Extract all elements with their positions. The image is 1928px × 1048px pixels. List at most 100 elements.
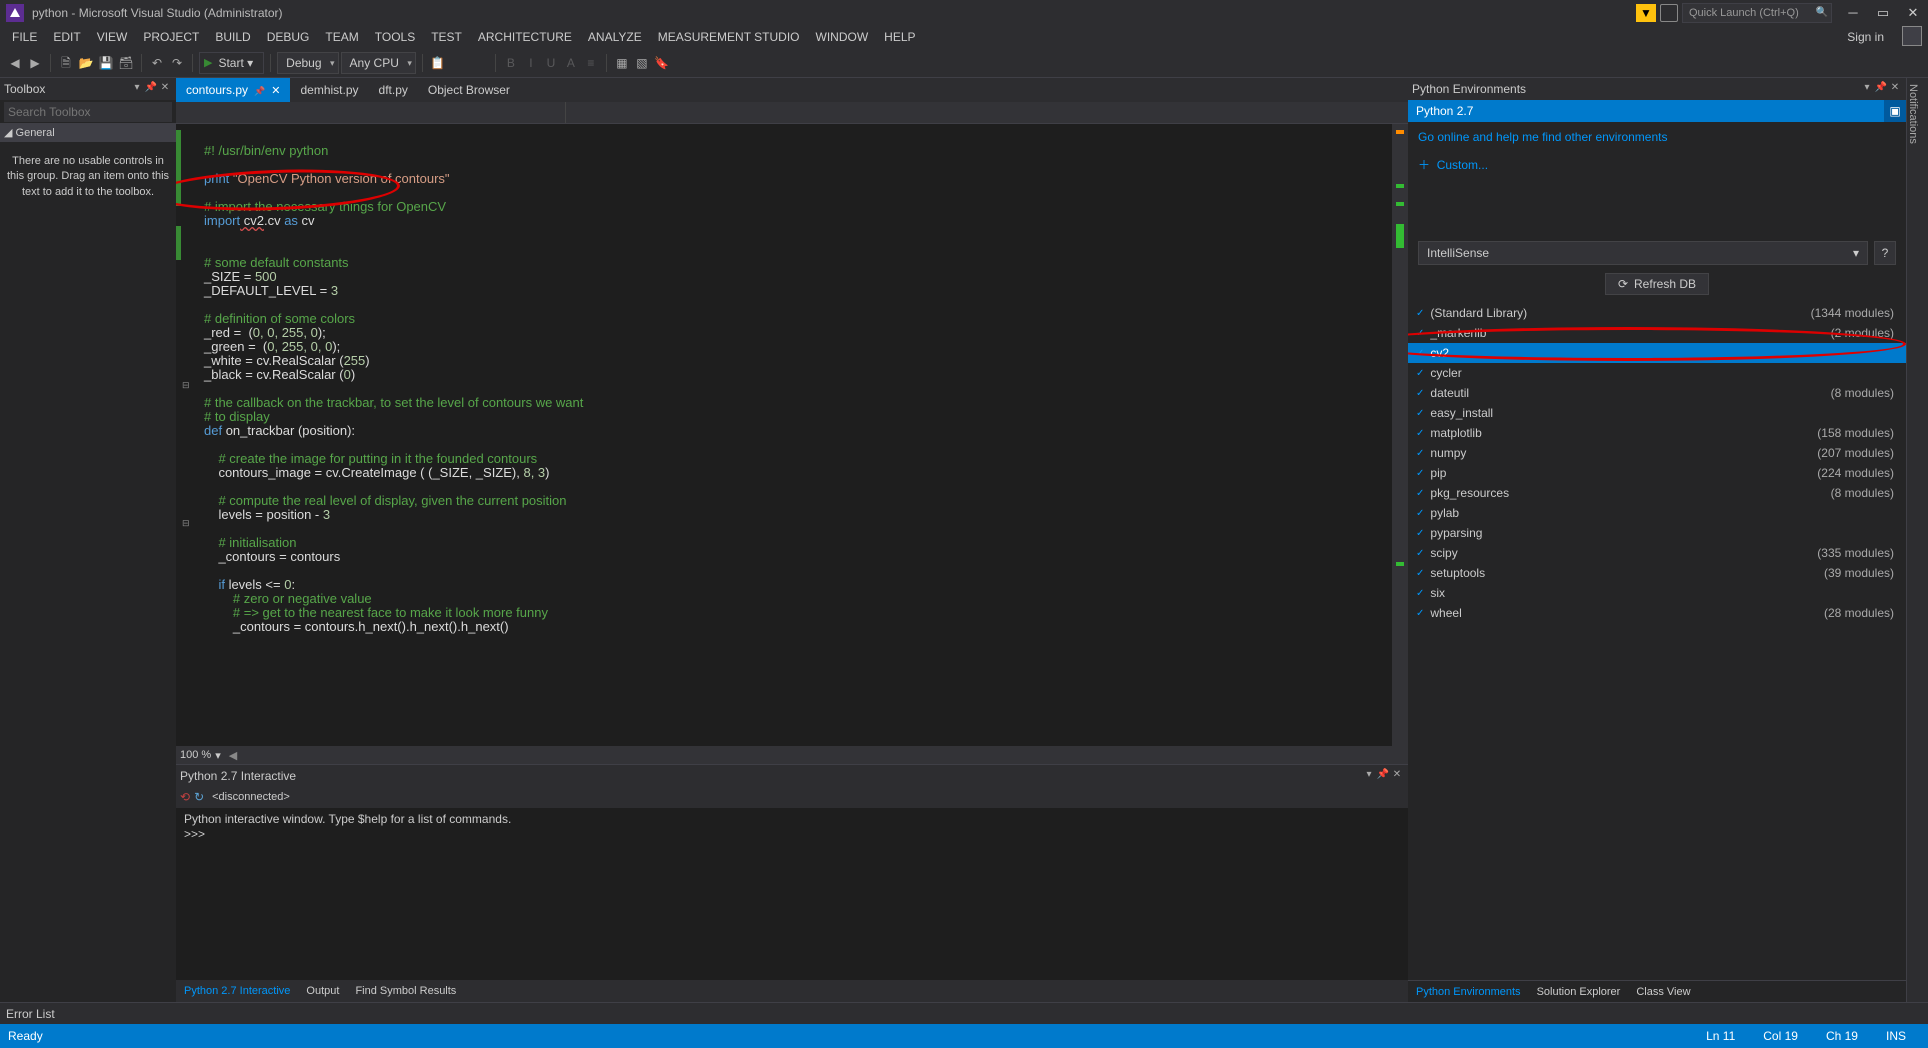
zoom-dropdown-icon[interactable]: ▾	[215, 749, 221, 762]
toolbox-title-bar: Toolbox ▾ 📌 ✕	[0, 78, 176, 100]
menu-edit[interactable]: EDIT	[45, 26, 88, 48]
nav-back-icon[interactable]: ◀	[6, 54, 24, 72]
bottab-interactive[interactable]: Python 2.7 Interactive	[176, 980, 298, 1002]
hscroll-left-icon[interactable]: ◀	[229, 749, 237, 762]
pyenv-dropdown-icon[interactable]: ▾	[1860, 82, 1874, 96]
editor-scrollbar[interactable]	[1392, 124, 1408, 746]
module-row-markerlib[interactable]: ✓_markerlib(2 modules)	[1408, 323, 1906, 343]
toolbox-pin-icon[interactable]: 📌	[144, 82, 158, 96]
pyenv-custom-link[interactable]: ＋ Custom...	[1408, 152, 1906, 177]
minimize-button[interactable]: ─	[1838, 2, 1868, 24]
notifications-filter-icon[interactable]: ▼	[1636, 4, 1656, 22]
module-row-pip[interactable]: ✓pip(224 modules)	[1408, 463, 1906, 483]
module-row-setuptools[interactable]: ✓setuptools(39 modules)	[1408, 563, 1906, 583]
tab-contours[interactable]: contours.py📌✕	[176, 78, 290, 102]
module-row-dateutil[interactable]: ✓dateutil(8 modules)	[1408, 383, 1906, 403]
redo-icon[interactable]: ↷	[168, 54, 186, 72]
toolbox-empty-text: There are no usable controls in this gro…	[0, 142, 176, 212]
menu-test[interactable]: TEST	[423, 26, 470, 48]
interactive-clear-icon[interactable]: ↻	[194, 790, 204, 804]
pin-icon[interactable]: 📌	[254, 86, 265, 96]
save-icon[interactable]: 💾	[97, 54, 115, 72]
bottab-output[interactable]: Output	[298, 980, 347, 1002]
interactive-dropdown-icon[interactable]: ▾	[1362, 769, 1376, 783]
pyenv-close-icon[interactable]: ✕	[1888, 82, 1902, 96]
refresh-db-button[interactable]: ⟳Refresh DB	[1605, 273, 1709, 295]
interactive-close-icon[interactable]: ✕	[1390, 769, 1404, 783]
toolbox-search-input[interactable]	[4, 102, 172, 122]
bookmark-icon[interactable]: 🔖	[653, 54, 671, 72]
config-dropdown[interactable]: Debug	[277, 52, 338, 74]
start-button[interactable]: ▶Start ▾	[199, 52, 264, 74]
module-row-numpy[interactable]: ✓numpy(207 modules)	[1408, 443, 1906, 463]
undo-icon[interactable]: ↶	[148, 54, 166, 72]
menu-window[interactable]: WINDOW	[808, 26, 877, 48]
maximize-button[interactable]: ▭	[1868, 2, 1898, 24]
tab-close-icon[interactable]: ✕	[271, 85, 280, 97]
feedback-icon[interactable]	[1660, 4, 1678, 22]
platform-dropdown[interactable]: Any CPU	[341, 52, 416, 74]
module-name: pyparsing	[1430, 526, 1894, 540]
new-project-icon[interactable]: 🗎	[57, 54, 75, 72]
module-row-six[interactable]: ✓six	[1408, 583, 1906, 603]
pyenv-header[interactable]: Python 2.7 ▣	[1408, 100, 1906, 122]
code-editor[interactable]: #! /usr/bin/env python print "OpenCV Pyt…	[176, 124, 1408, 746]
intellisense-dropdown[interactable]: IntelliSense▾	[1418, 241, 1868, 265]
menu-architecture[interactable]: ARCHITECTURE	[470, 26, 580, 48]
interactive-output[interactable]: Python interactive window. Type $help fo…	[176, 808, 1408, 980]
module-row-pylab[interactable]: ✓pylab	[1408, 503, 1906, 523]
zoom-value[interactable]: 100 %	[180, 749, 211, 761]
editor-scope-dropdown[interactable]	[176, 102, 566, 123]
bottab-solution-explorer[interactable]: Solution Explorer	[1529, 981, 1629, 1002]
bottab-find-symbol[interactable]: Find Symbol Results	[347, 980, 464, 1002]
uncomment-icon[interactable]: ▧	[633, 54, 651, 72]
menu-analyze[interactable]: ANALYZE	[580, 26, 650, 48]
intellisense-help-button[interactable]: ?	[1874, 241, 1896, 265]
module-row-cycler[interactable]: ✓cycler	[1408, 363, 1906, 383]
save-all-icon[interactable]: 🗃	[117, 54, 135, 72]
editor-member-dropdown[interactable]	[566, 102, 1408, 123]
toolbox-general-section[interactable]: ◢ General	[0, 124, 176, 142]
user-icon[interactable]	[1902, 26, 1922, 46]
menu-project[interactable]: PROJECT	[135, 26, 207, 48]
open-file-icon[interactable]: 📂	[77, 54, 95, 72]
error-list-tab[interactable]: Error List	[0, 1002, 1928, 1024]
notifications-rail[interactable]: Notifications	[1906, 78, 1928, 1002]
module-row-matplotlib[interactable]: ✓matplotlib(158 modules)	[1408, 423, 1906, 443]
interactive-pin-icon[interactable]: 📌	[1376, 769, 1390, 783]
tab-dft[interactable]: dft.py	[369, 78, 418, 102]
bottab-class-view[interactable]: Class View	[1628, 981, 1698, 1002]
toolbox-dropdown-icon[interactable]: ▾	[130, 82, 144, 96]
menu-measurement-studio[interactable]: MEASUREMENT STUDIO	[650, 26, 808, 48]
pyenv-window-icon[interactable]: ▣	[1884, 100, 1906, 122]
menu-debug[interactable]: DEBUG	[259, 26, 318, 48]
module-row-standardlibrary[interactable]: ✓(Standard Library)(1344 modules)	[1408, 303, 1906, 323]
menu-tools[interactable]: TOOLS	[367, 26, 423, 48]
module-row-scipy[interactable]: ✓scipy(335 modules)	[1408, 543, 1906, 563]
sign-in-link[interactable]: Sign in	[1839, 26, 1898, 48]
pyenv-find-link[interactable]: Go online and help me find other environ…	[1418, 130, 1668, 144]
bottab-pyenv[interactable]: Python Environments	[1408, 981, 1529, 1002]
comment-icon[interactable]: ▦	[613, 54, 631, 72]
module-row-cv2[interactable]: ✓cv2	[1408, 343, 1906, 363]
quick-launch-input[interactable]: Quick Launch (Ctrl+Q)	[1682, 3, 1832, 23]
menu-team[interactable]: TEAM	[317, 26, 366, 48]
tab-demhist[interactable]: demhist.py	[290, 78, 368, 102]
module-row-pyparsing[interactable]: ✓pyparsing	[1408, 523, 1906, 543]
menu-help[interactable]: HELP	[876, 26, 923, 48]
menu-build[interactable]: BUILD	[207, 26, 258, 48]
pyenv-pin-icon[interactable]: 📌	[1874, 82, 1888, 96]
menu-view[interactable]: VIEW	[89, 26, 136, 48]
interactive-reset-icon[interactable]: ⟲	[180, 790, 190, 804]
module-row-wheel[interactable]: ✓wheel(28 modules)	[1408, 603, 1906, 623]
misc-toolbar-icon[interactable]: 📋	[429, 54, 447, 72]
menu-file[interactable]: FILE	[4, 26, 45, 48]
toolbox-close-icon[interactable]: ✕	[158, 82, 172, 96]
nav-forward-icon[interactable]: ▶	[26, 54, 44, 72]
tab-object-browser[interactable]: Object Browser	[418, 78, 520, 102]
module-row-pkgresources[interactable]: ✓pkg_resources(8 modules)	[1408, 483, 1906, 503]
close-button[interactable]: ✕	[1898, 2, 1928, 24]
module-name: wheel	[1430, 606, 1824, 620]
module-row-easyinstall[interactable]: ✓easy_install	[1408, 403, 1906, 423]
interactive-scope-dropdown[interactable]: <disconnected>	[212, 791, 304, 803]
